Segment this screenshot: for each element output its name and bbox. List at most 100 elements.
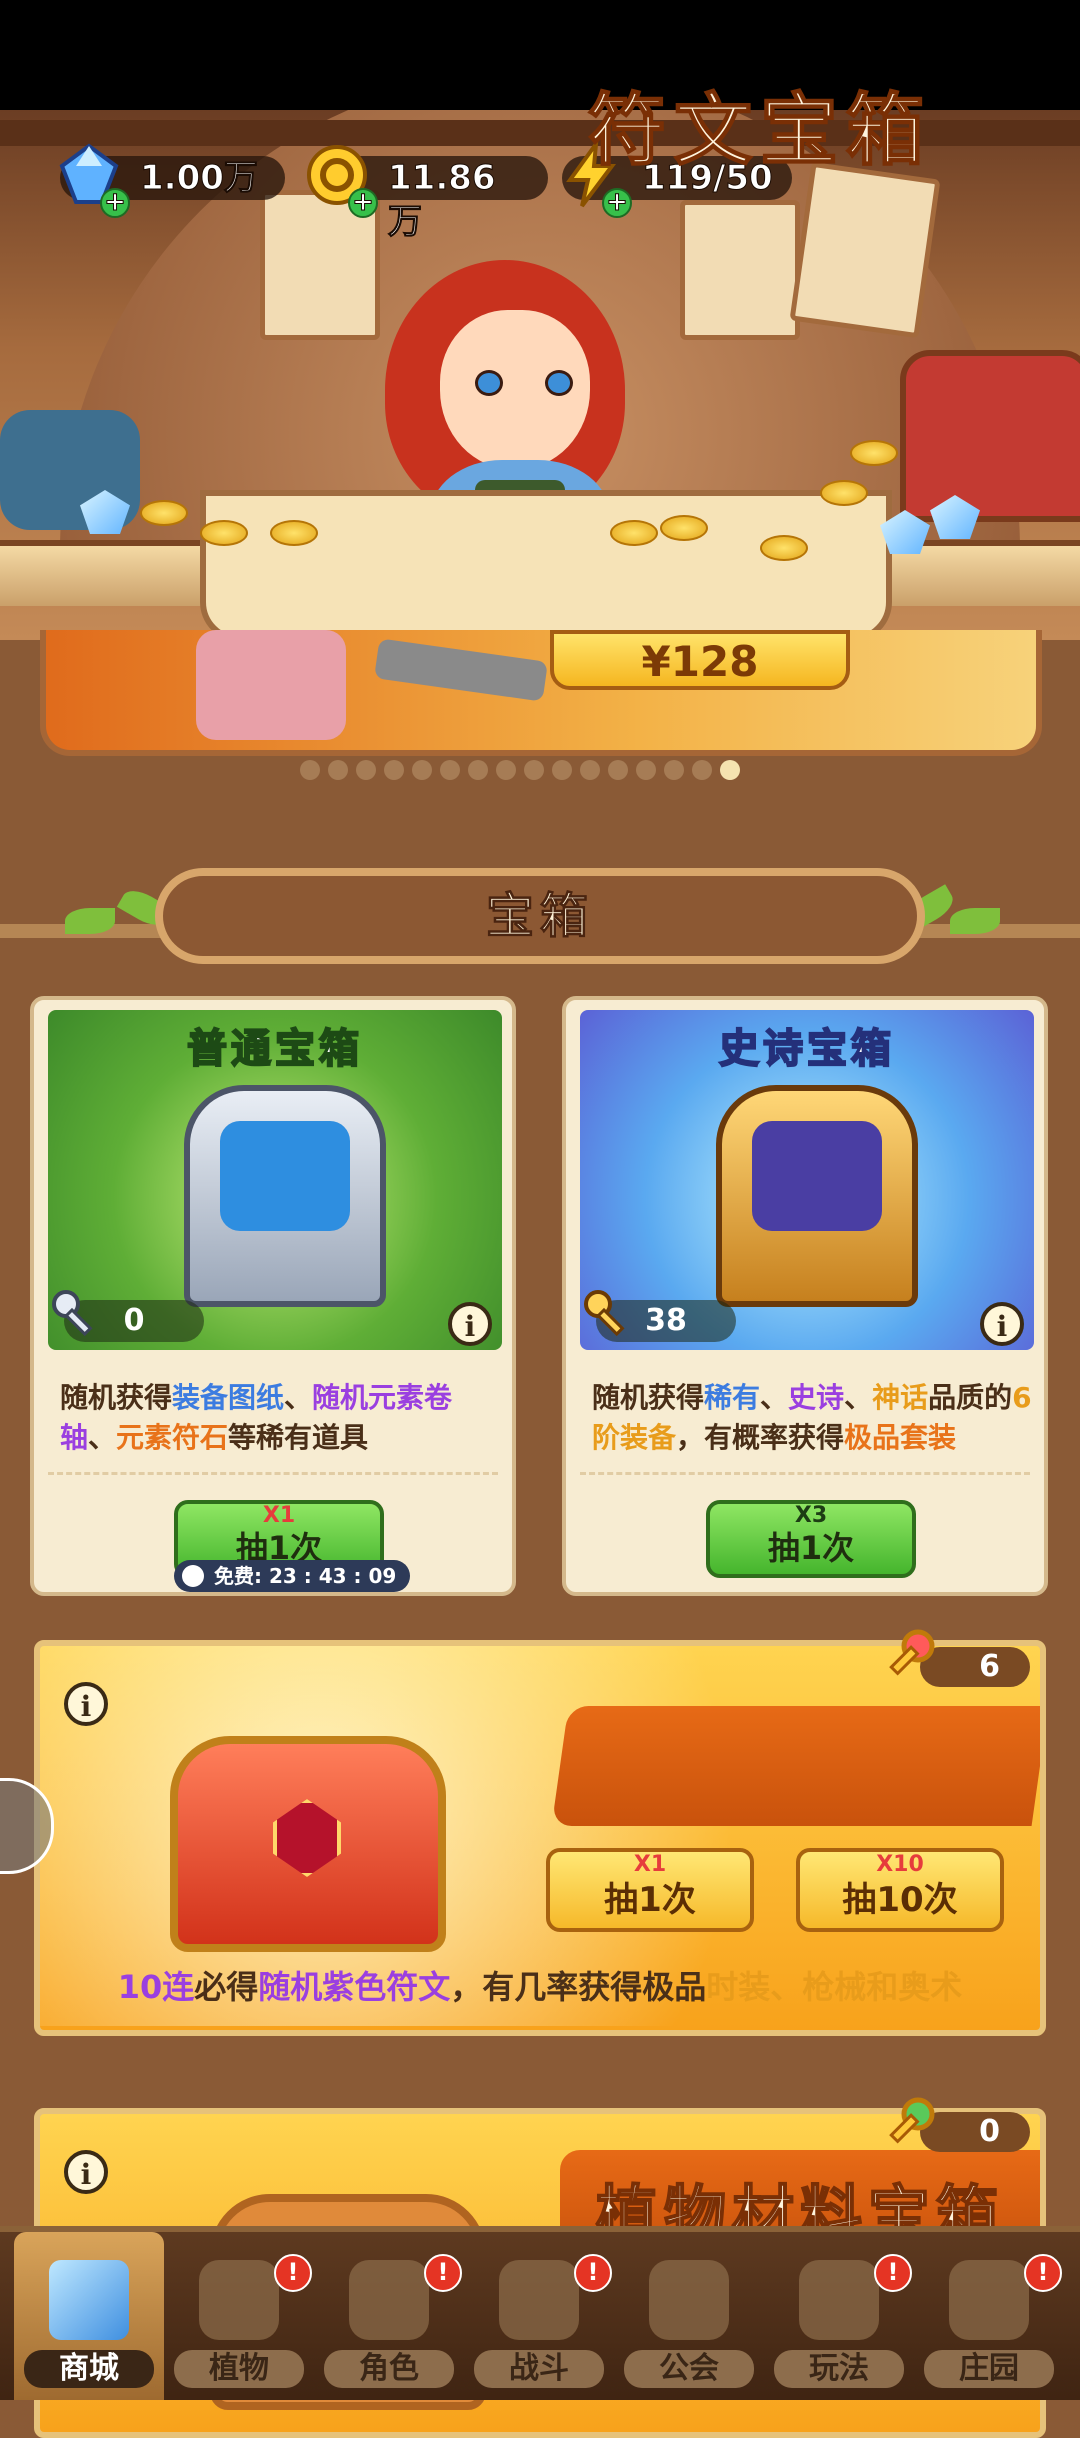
epic-draw-once-button[interactable]: X3 抽1次 xyxy=(706,1500,916,1578)
leaf-ornament xyxy=(65,908,115,934)
gem-amount: 1.00万 xyxy=(140,158,259,199)
notification-badge: ! xyxy=(424,2254,462,2292)
common-chest-text-segment: 、 xyxy=(88,1421,117,1454)
nav-tab-plants[interactable]: 植物! xyxy=(164,2232,314,2400)
page-dot[interactable] xyxy=(524,760,544,780)
epic-chest-info-button[interactable]: i xyxy=(980,1302,1024,1346)
nav-tab-label: 角色 xyxy=(324,2350,454,2388)
shopkeeper-eye xyxy=(545,370,573,396)
plant-chest-info-button[interactable]: i xyxy=(64,2150,108,2194)
add-energy-icon[interactable]: + xyxy=(602,188,632,218)
nav-tab-gameplay[interactable]: 玩法! xyxy=(764,2232,914,2400)
coin-prop xyxy=(660,515,708,541)
nav-tab-label: 植物 xyxy=(174,2350,304,2388)
red-chest-icon xyxy=(170,1736,446,1952)
guild-icon xyxy=(649,2260,729,2340)
add-gold-icon[interactable]: + xyxy=(348,188,378,218)
nav-tab-label: 战斗 xyxy=(474,2350,604,2388)
nav-tab-label: 庄园 xyxy=(924,2350,1054,2388)
page-dot[interactable] xyxy=(720,760,740,780)
banner-page-indicator xyxy=(300,760,740,788)
coin-prop xyxy=(270,520,318,546)
rune-draw-once-button[interactable]: X1 抽1次 xyxy=(546,1848,754,1932)
common-chest-info-button[interactable]: i xyxy=(448,1302,492,1346)
promo-price-button[interactable]: ¥128 xyxy=(550,630,850,690)
nav-tab-guild[interactable]: 公会 xyxy=(614,2232,764,2400)
page-dot[interactable] xyxy=(300,760,320,780)
coin-prop xyxy=(760,535,808,561)
rune-chest-info-button[interactable]: i xyxy=(64,1682,108,1726)
rune-chest-description: 10连必得随机紫色符文，有几率获得极品时装、枪械和奥术 xyxy=(34,1962,1046,2008)
page-dot[interactable] xyxy=(608,760,628,780)
common-chest-description: 随机获得装备图纸、随机元素卷轴、元素符石等稀有道具 xyxy=(60,1378,500,1458)
epic-chest-card: 史诗宝箱 38 i 随机获得稀有、史诗、神话品质的6阶装备，有概率获得极品套装 … xyxy=(562,996,1048,1596)
notification-badge: ! xyxy=(574,2254,612,2292)
key-cost: X1 xyxy=(262,1503,296,1528)
characters-icon xyxy=(349,2260,429,2340)
plants-icon xyxy=(199,2260,279,2340)
nav-tab-battle[interactable]: 战斗! xyxy=(464,2232,614,2400)
epic-chest-description: 随机获得稀有、史诗、神话品质的6阶装备，有概率获得极品套装 xyxy=(592,1378,1032,1458)
section-title: 宝箱 xyxy=(485,888,594,945)
key-cost: X10 xyxy=(876,1852,924,1877)
page-dot[interactable] xyxy=(664,760,684,780)
shopkeeper-eye xyxy=(475,370,503,396)
add-gems-icon[interactable]: + xyxy=(100,188,130,218)
coin-prop xyxy=(200,520,248,546)
common-chest-text-segment: 、 xyxy=(284,1381,313,1414)
coin-prop xyxy=(140,500,188,526)
rune-chest-title: 符文宝箱 xyxy=(587,85,932,177)
nav-tab-label: 商城 xyxy=(24,2350,154,2388)
page-dot[interactable] xyxy=(356,760,376,780)
page-dot[interactable] xyxy=(328,760,348,780)
timer-text: 免费: 23 : 43 : 09 xyxy=(214,1564,397,1588)
epic-chest-title: 史诗宝箱 xyxy=(718,1025,895,1073)
gold-counter[interactable]: + 11.86万 xyxy=(307,145,548,243)
gold-chest-icon xyxy=(716,1085,918,1307)
promo-character-art xyxy=(196,630,346,740)
coin-prop xyxy=(820,480,868,506)
page-dot[interactable] xyxy=(384,760,404,780)
page-dot[interactable] xyxy=(692,760,712,780)
epic-chest-text-segment: 神话 xyxy=(872,1381,929,1414)
page-dot[interactable] xyxy=(552,760,572,780)
treasure-chest-prop xyxy=(900,350,1080,522)
common-chest-text-segment: 等稀有道具 xyxy=(228,1421,369,1454)
gold-key-icon xyxy=(582,1288,634,1340)
leaf-ornament xyxy=(950,908,1000,934)
battle-icon xyxy=(499,2260,579,2340)
epic-chest-text-segment: ，有概率获得 xyxy=(676,1421,845,1454)
wall-poster xyxy=(680,200,800,340)
promo-pack-banner[interactable] xyxy=(40,630,1042,756)
epic-chest-text-segment: 极品套装 xyxy=(844,1421,957,1454)
nav-tab-shop[interactable]: 商城 xyxy=(14,2232,164,2400)
gem-counter[interactable]: + 1.00万 xyxy=(59,143,285,218)
page-dot[interactable] xyxy=(440,760,460,780)
draw-label: 抽10次 xyxy=(842,1880,958,1920)
rune-chest-text-segment: 时装、枪械和奥术 xyxy=(706,1968,963,2006)
rune-chest-text-segment: 10连 xyxy=(117,1968,195,2006)
nav-tab-label: 玩法 xyxy=(774,2350,904,2388)
common-chest-title: 普通宝箱 xyxy=(186,1025,363,1073)
common-chest-text-segment: 元素符石 xyxy=(116,1421,229,1454)
page-dot[interactable] xyxy=(636,760,656,780)
epic-chest-text-segment: 品质的 xyxy=(928,1381,1013,1414)
page-dot[interactable] xyxy=(412,760,432,780)
draw-label: 抽1次 xyxy=(767,1529,855,1567)
rune-chest-text-segment: 随机紫色符文 xyxy=(258,1968,451,2006)
rune-key-icon xyxy=(880,1626,940,1686)
manor-icon xyxy=(949,2260,1029,2340)
epic-chest-text-segment: 、 xyxy=(844,1381,873,1414)
nav-tab-manor[interactable]: 庄园! xyxy=(914,2232,1064,2400)
epic-chest-text-segment: 随机获得 xyxy=(592,1381,705,1414)
page-dot[interactable] xyxy=(580,760,600,780)
shop-icon xyxy=(49,2260,129,2340)
free-draw-timer: 免费: 23 : 43 : 09 xyxy=(174,1560,411,1592)
nav-tab-characters[interactable]: 角色! xyxy=(314,2232,464,2400)
counter-plate xyxy=(200,490,892,640)
rune-draw-ten-button[interactable]: X10 抽10次 xyxy=(796,1848,1004,1932)
page-dot[interactable] xyxy=(496,760,516,780)
rune-chest-text-segment: 必得 xyxy=(194,1968,259,2006)
silver-key-icon xyxy=(50,1288,102,1340)
page-dot[interactable] xyxy=(468,760,488,780)
